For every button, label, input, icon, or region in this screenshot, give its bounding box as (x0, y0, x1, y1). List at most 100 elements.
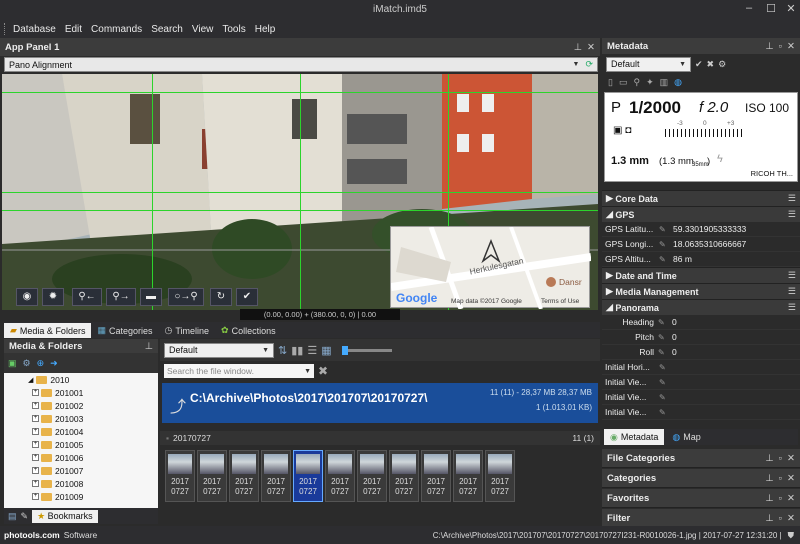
thumbnail[interactable]: 2017 0727 (261, 450, 291, 502)
tree-item[interactable]: +201007 (6, 464, 158, 477)
field-value[interactable]: 0 (672, 332, 677, 342)
plus-icon[interactable]: + (32, 480, 39, 487)
pano-roll-row[interactable]: Roll ✎ 0 (602, 345, 800, 360)
tab-map[interactable]: ◍ Map (666, 429, 706, 445)
zoom-slider[interactable] (341, 345, 392, 355)
pen-icon[interactable]: ✎ (659, 378, 669, 387)
gps-altitude-row[interactable]: GPS Altitu... ✎ 86 m (602, 252, 800, 267)
expand-icon[interactable]: ▶ (606, 193, 615, 204)
close-icon[interactable]: ✕ (787, 41, 795, 52)
float-icon[interactable]: ▫ (779, 41, 782, 52)
float-icon[interactable]: ▫ (779, 453, 782, 464)
panel-categories[interactable]: Categories ⊥ ▫ ✕ (602, 469, 800, 488)
plus-icon[interactable]: + (32, 389, 39, 396)
settings-icon[interactable]: ⚙ (23, 358, 31, 369)
close-icon[interactable]: ✕ (787, 513, 795, 524)
section-date-time[interactable]: ▶ Date and Time ☰ (602, 267, 800, 283)
field-value[interactable]: 18.0635310666667 (673, 239, 746, 249)
close-icon[interactable]: ✕ (787, 473, 795, 484)
paste-icon[interactable]: ▭ (619, 77, 628, 88)
pen-icon[interactable]: ✎ (659, 225, 669, 234)
pin-icon[interactable]: ⊥ (765, 473, 773, 484)
gear-icon[interactable]: ✹ (42, 288, 64, 306)
collapse-icon[interactable]: ◢ (606, 209, 615, 220)
plus-icon[interactable]: + (32, 428, 39, 435)
menu-icon[interactable]: ☰ (788, 302, 796, 313)
gps-latitude-row[interactable]: GPS Latitu... ✎ 59.3301905333333 (602, 222, 800, 237)
float-icon[interactable]: ▫ (779, 473, 782, 484)
pano-initial-row[interactable]: Initial Vie... ✎ (602, 390, 800, 405)
pen-icon[interactable]: ✎ (658, 333, 668, 342)
thumbnail[interactable]: 2017 0727 (421, 450, 451, 502)
forward-icon[interactable]: ➜ (50, 358, 58, 369)
float-icon[interactable]: ▫ (779, 493, 782, 504)
pen-tab-icon[interactable]: ✎ (21, 511, 29, 522)
thumbnail[interactable]: 2017 0727 (229, 450, 259, 502)
panel-file-categories[interactable]: File Categories ⊥ ▫ ✕ (602, 449, 800, 468)
pin-icon[interactable]: ⊥ (765, 513, 773, 524)
tree-item[interactable]: +201005 (6, 438, 158, 451)
folder-header[interactable]: ⤴ C:\Archive\Photos\2017\201707\20170727… (162, 383, 598, 423)
field-value[interactable]: 86 m (673, 254, 692, 264)
pano-image[interactable]: Herkulesgatan Dansr Google Map data ©201… (2, 74, 598, 310)
map-overlay[interactable]: Herkulesgatan Dansr Google Map data ©201… (390, 226, 591, 309)
cancel-icon[interactable]: ✖ (707, 59, 715, 70)
tree-item[interactable]: +201002 (6, 399, 158, 412)
tree-item[interactable]: +201004 (6, 425, 158, 438)
menu-icon[interactable]: ☰ (788, 193, 796, 204)
thumbnail[interactable]: 2017 0727 (485, 450, 515, 502)
search-input[interactable]: Search the file window. ▼ (164, 364, 314, 378)
tree-item[interactable]: +201001 (6, 386, 158, 399)
shield-icon[interactable]: ⛊ (788, 530, 800, 541)
menu-view[interactable]: View (192, 24, 214, 35)
pin-icon[interactable]: ⊥ (765, 493, 773, 504)
pano-pitch-row[interactable]: Pitch ✎ 0 (602, 330, 800, 345)
plus-icon[interactable]: + (32, 467, 39, 474)
expand-icon[interactable]: ◢ (28, 376, 33, 384)
maximize-button[interactable]: ☐ (760, 2, 782, 18)
check-icon[interactable]: ✔ (236, 288, 258, 306)
gear-icon[interactable]: ⚙ (718, 59, 726, 70)
tree-item[interactable]: +201006 (6, 451, 158, 464)
view-toggle-icon[interactable]: ▮▮ (291, 344, 303, 357)
expand-icon[interactable]: ▶ (606, 270, 615, 281)
collapse-icon[interactable]: ◢ (606, 302, 615, 313)
sort-icon[interactable]: ⇅ (278, 344, 287, 357)
tab-media-folders[interactable]: ▰ Media & Folders (4, 323, 92, 338)
float-icon[interactable]: ▫ (779, 513, 782, 524)
sync-icon[interactable]: ⊕ (37, 358, 45, 369)
menu-search[interactable]: Search (151, 24, 183, 35)
pano-initial-row[interactable]: Initial Hori... ✎ (602, 360, 800, 375)
gps-longitude-row[interactable]: GPS Longi... ✎ 18.0635310666667 (602, 237, 800, 252)
plus-icon[interactable]: + (32, 454, 39, 461)
pen-icon[interactable]: ✎ (658, 348, 668, 357)
plus-icon[interactable]: + (32, 402, 39, 409)
menu-edit[interactable]: Edit (65, 24, 82, 35)
marker-right-icon[interactable]: ⚲→ (106, 288, 136, 306)
thumbnail[interactable]: 2017 0727 (357, 450, 387, 502)
zoom-slider-thumb[interactable] (341, 345, 348, 355)
layout-selector[interactable]: Default ▼ (164, 342, 274, 358)
section-panorama[interactable]: ◢ Panorama ☰ (602, 299, 800, 315)
field-value[interactable]: 59.3301905333333 (673, 224, 746, 234)
menu-icon[interactable]: ☰ (788, 270, 796, 281)
pin-icon[interactable]: ⊥ (765, 41, 773, 52)
menu-tools[interactable]: Tools (222, 24, 245, 35)
map-terms-link[interactable]: Terms of Use (541, 298, 579, 305)
pano-selector[interactable]: Pano Alignment ▼ ⟳ (4, 57, 598, 72)
copy-icon[interactable]: ▯ (608, 77, 613, 88)
link-marker-icon[interactable]: ○→⚲ (168, 288, 204, 306)
refresh-icon[interactable]: ⟳ (585, 59, 593, 70)
minimize-button[interactable]: – (738, 2, 760, 18)
pano-initial-row[interactable]: Initial Vie... ✎ (602, 405, 800, 420)
tab-collections[interactable]: ✿ Collections (215, 323, 282, 338)
thumbnail[interactable]: 2017 0727 (453, 450, 483, 502)
plus-icon[interactable]: + (32, 415, 39, 422)
plus-icon[interactable]: + (32, 493, 39, 500)
tools-icon[interactable]: ✦ (646, 77, 654, 88)
thumbnail[interactable]: 2017 0727 (325, 450, 355, 502)
clear-search-icon[interactable]: ✖ (318, 364, 328, 378)
pano-initial-row[interactable]: Initial Vie... ✎ (602, 375, 800, 390)
pin-icon[interactable]: ⊥ (574, 42, 582, 53)
collapse-icon[interactable]: ▪ (166, 433, 169, 443)
